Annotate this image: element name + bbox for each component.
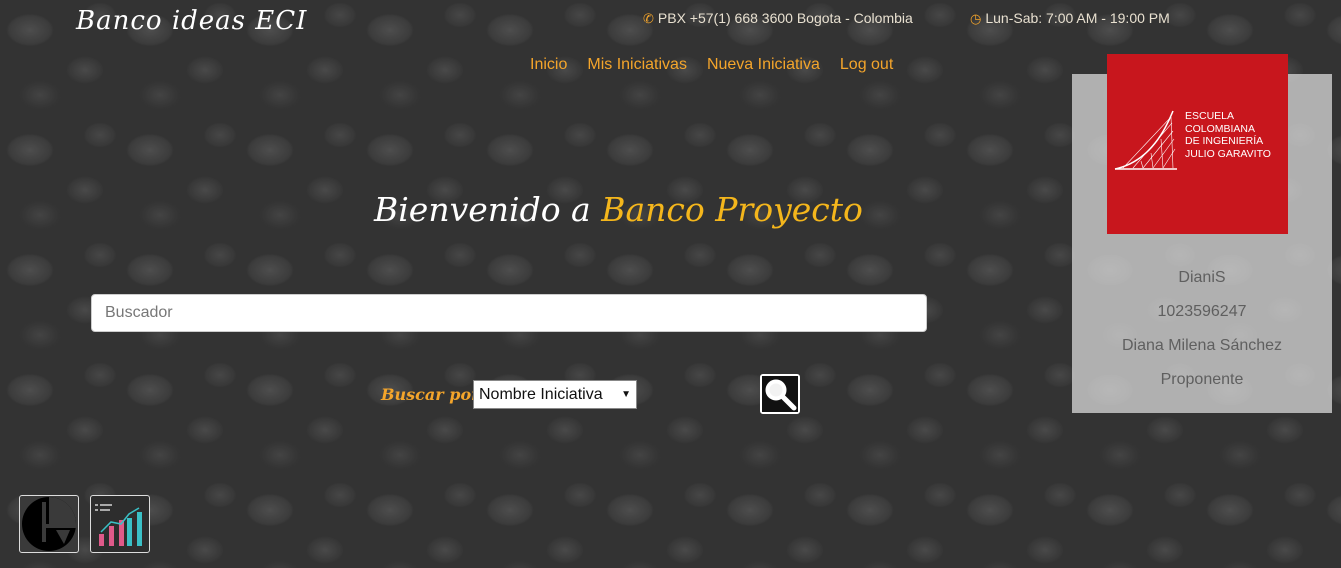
search-input[interactable] [91, 294, 927, 332]
university-logo: ESCUELA COLOMBIANA DE INGENIERÍA JULIO G… [1107, 54, 1288, 234]
brand-title: Banco ideas ECI [76, 6, 308, 36]
search-by-selected: Nombre Iniciativa [479, 385, 603, 403]
welcome-heading: Bienvenido a Banco Proyecto [374, 190, 863, 229]
contact-hours: ◷ Lun-Sab: 7:00 AM - 19:00 PM [970, 10, 1170, 27]
user-document-id: 1023596247 [1157, 303, 1247, 320]
university-emblem-icon [1114, 110, 1177, 170]
clock-icon: ◷ [970, 11, 982, 26]
phone-icon: ✆ [643, 11, 654, 26]
user-full-name: Diana Milena Sánchez [1121, 337, 1283, 354]
user-role: Proponente [1160, 371, 1244, 388]
logo-line: JULIO GARAVITO [1185, 147, 1271, 160]
nav-mis-iniciativas[interactable]: Mis Iniciativas [587, 56, 687, 74]
nav-nueva-iniciativa[interactable]: Nueva Iniciativa [707, 56, 820, 74]
main-nav: Inicio Mis Iniciativas Nueva Iniciativa … [530, 56, 893, 74]
phone-text: PBX +57(1) 668 3600 Bogota - Colombia [657, 10, 913, 26]
magnifier-icon [762, 376, 798, 412]
chevron-down-icon: ▼ [621, 389, 631, 400]
circle-logo-icon [22, 497, 76, 551]
university-name: ESCUELA COLOMBIANA DE INGENIERÍA JULIO G… [1185, 110, 1271, 160]
contact-phone: ✆ PBX +57(1) 668 3600 Bogota - Colombia [643, 10, 913, 27]
hours-text: Lun-Sab: 7:00 AM - 19:00 PM [985, 10, 1170, 26]
search-by-label: Buscar por: [381, 385, 486, 404]
search-by-select[interactable]: Nombre Iniciativa ▼ [473, 380, 637, 409]
welcome-prefix: Bienvenido a [374, 190, 591, 229]
tool-button-chart[interactable] [90, 495, 150, 553]
search-button[interactable] [760, 374, 800, 414]
bar-chart-icon [95, 504, 142, 546]
tool-button-logo[interactable] [19, 495, 79, 553]
user-username: DianiS [1178, 269, 1226, 286]
logo-line: COLOMBIANA [1185, 122, 1256, 135]
nav-inicio[interactable]: Inicio [530, 56, 567, 74]
logo-line: DE INGENIERÍA [1185, 135, 1264, 147]
nav-log-out[interactable]: Log out [840, 56, 893, 74]
logo-line: ESCUELA [1185, 110, 1235, 122]
welcome-highlight: Banco Proyecto [601, 190, 863, 229]
